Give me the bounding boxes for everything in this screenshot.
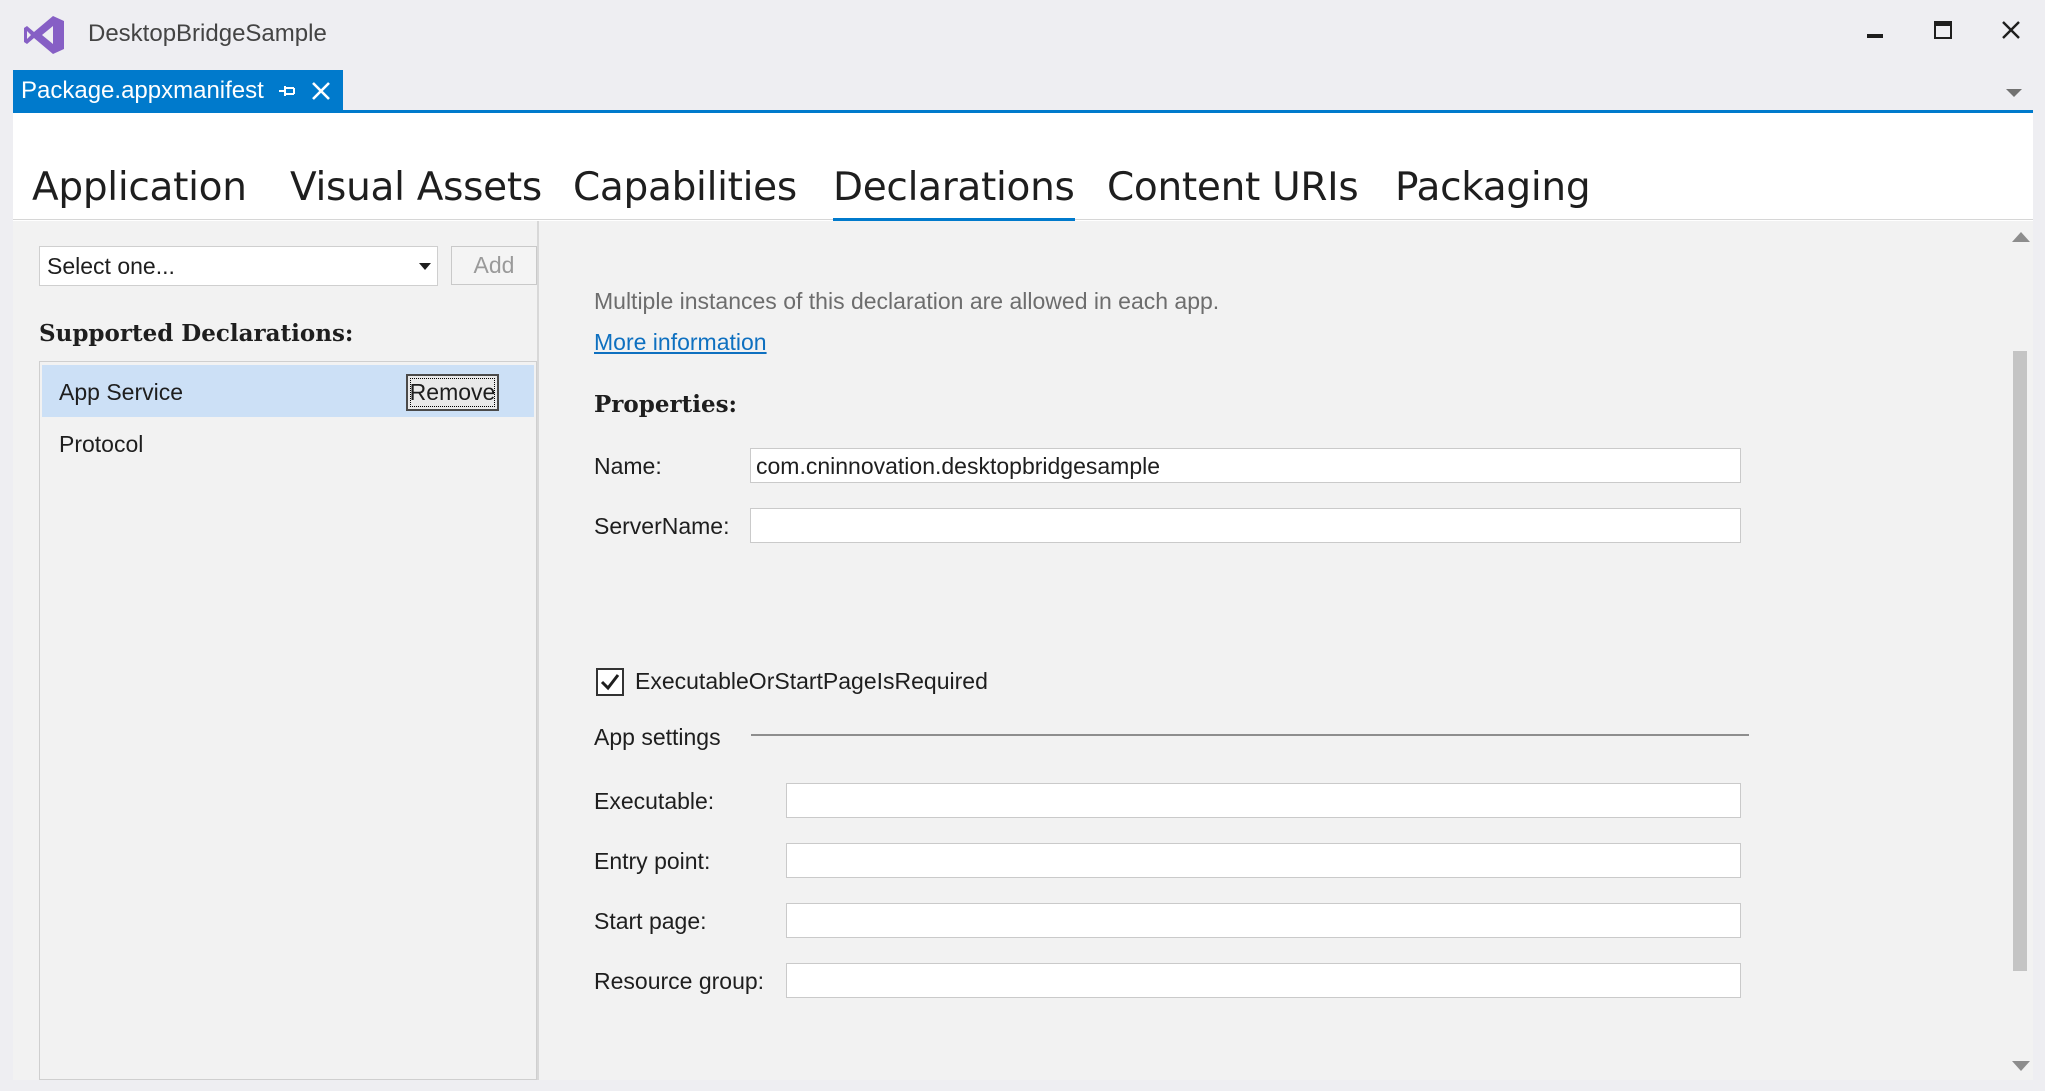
app-settings-group-label: App settings bbox=[594, 724, 721, 750]
declarations-content: Select one... Add Supported Declarations… bbox=[13, 221, 2033, 1080]
declarations-list: App Service Remove Protocol bbox=[39, 361, 537, 1080]
app-title: DesktopBridgeSample bbox=[88, 20, 327, 47]
maximize-icon bbox=[1934, 21, 1952, 39]
chevron-down-icon[interactable] bbox=[2003, 86, 2025, 100]
executable-field[interactable] bbox=[786, 783, 1741, 818]
entry-point-label: Entry point: bbox=[594, 848, 711, 874]
scroll-thumb[interactable] bbox=[2013, 351, 2027, 971]
list-item-label: Protocol bbox=[59, 431, 144, 457]
name-label: Name: bbox=[594, 453, 662, 479]
visual-studio-logo bbox=[24, 16, 64, 54]
resource-group-label: Resource group: bbox=[594, 968, 765, 994]
pin-icon[interactable] bbox=[276, 80, 298, 102]
add-button[interactable]: Add bbox=[451, 246, 537, 285]
tab-capabilities[interactable]: Capabilities bbox=[573, 165, 797, 210]
list-item-app-service[interactable]: App Service Remove bbox=[42, 365, 534, 417]
more-information-link[interactable]: More information bbox=[594, 329, 767, 356]
declaration-description: Multiple instances of this declaration a… bbox=[594, 288, 1220, 314]
panel-splitter[interactable] bbox=[537, 221, 539, 1080]
tab-content-uris[interactable]: Content URIs bbox=[1107, 165, 1359, 210]
declaration-type-select[interactable]: Select one... bbox=[39, 246, 438, 286]
checkmark-icon bbox=[600, 674, 620, 691]
dropdown-arrow-icon bbox=[419, 263, 431, 270]
minimize-button[interactable] bbox=[1850, 10, 1900, 50]
executable-required-checkbox[interactable] bbox=[596, 668, 624, 696]
window-bottom-border bbox=[13, 1080, 2033, 1091]
document-tab-strip: Package.appxmanifest bbox=[13, 70, 2033, 112]
servername-label: ServerName: bbox=[594, 513, 730, 539]
scroll-up-icon[interactable] bbox=[2012, 232, 2030, 242]
close-window-button[interactable] bbox=[1986, 10, 2036, 50]
minimize-icon bbox=[1867, 34, 1883, 38]
resource-group-field[interactable] bbox=[786, 963, 1741, 998]
start-page-field[interactable] bbox=[786, 903, 1741, 938]
manifest-designer: Application Visual Assets Capabilities D… bbox=[13, 113, 2033, 1080]
tab-packaging[interactable]: Packaging bbox=[1395, 165, 1591, 210]
tab-package-appxmanifest[interactable]: Package.appxmanifest bbox=[13, 70, 343, 112]
close-tab-icon[interactable] bbox=[309, 79, 333, 103]
scroll-down-icon[interactable] bbox=[2012, 1061, 2030, 1071]
supported-declarations-heading: Supported Declarations: bbox=[39, 320, 354, 347]
close-icon bbox=[2002, 21, 2020, 39]
name-field[interactable]: com.cninnovation.desktopbridgesample bbox=[750, 448, 1741, 483]
list-item-protocol[interactable]: Protocol bbox=[42, 417, 534, 469]
vertical-scrollbar[interactable] bbox=[2005, 221, 2033, 1080]
designer-tab-bar: Application Visual Assets Capabilities D… bbox=[13, 113, 2033, 224]
tab-visual-assets[interactable]: Visual Assets bbox=[290, 165, 542, 210]
tab-declarations[interactable]: Declarations bbox=[833, 165, 1075, 224]
checkbox-label[interactable]: ExecutableOrStartPageIsRequired bbox=[635, 668, 988, 695]
executable-label: Executable: bbox=[594, 788, 715, 814]
tab-label: Package.appxmanifest bbox=[21, 77, 264, 104]
start-page-label: Start page: bbox=[594, 908, 707, 934]
group-divider bbox=[751, 734, 1749, 736]
tab-application[interactable]: Application bbox=[32, 165, 247, 210]
title-bar: DesktopBridgeSample bbox=[0, 0, 2045, 70]
maximize-button[interactable] bbox=[1918, 10, 1968, 50]
entry-point-field[interactable] bbox=[786, 843, 1741, 878]
remove-button[interactable]: Remove bbox=[406, 374, 499, 411]
servername-field[interactable] bbox=[750, 508, 1741, 543]
properties-heading: Properties: bbox=[594, 391, 738, 418]
list-item-label: App Service bbox=[59, 379, 184, 405]
select-value: Select one... bbox=[47, 253, 175, 279]
